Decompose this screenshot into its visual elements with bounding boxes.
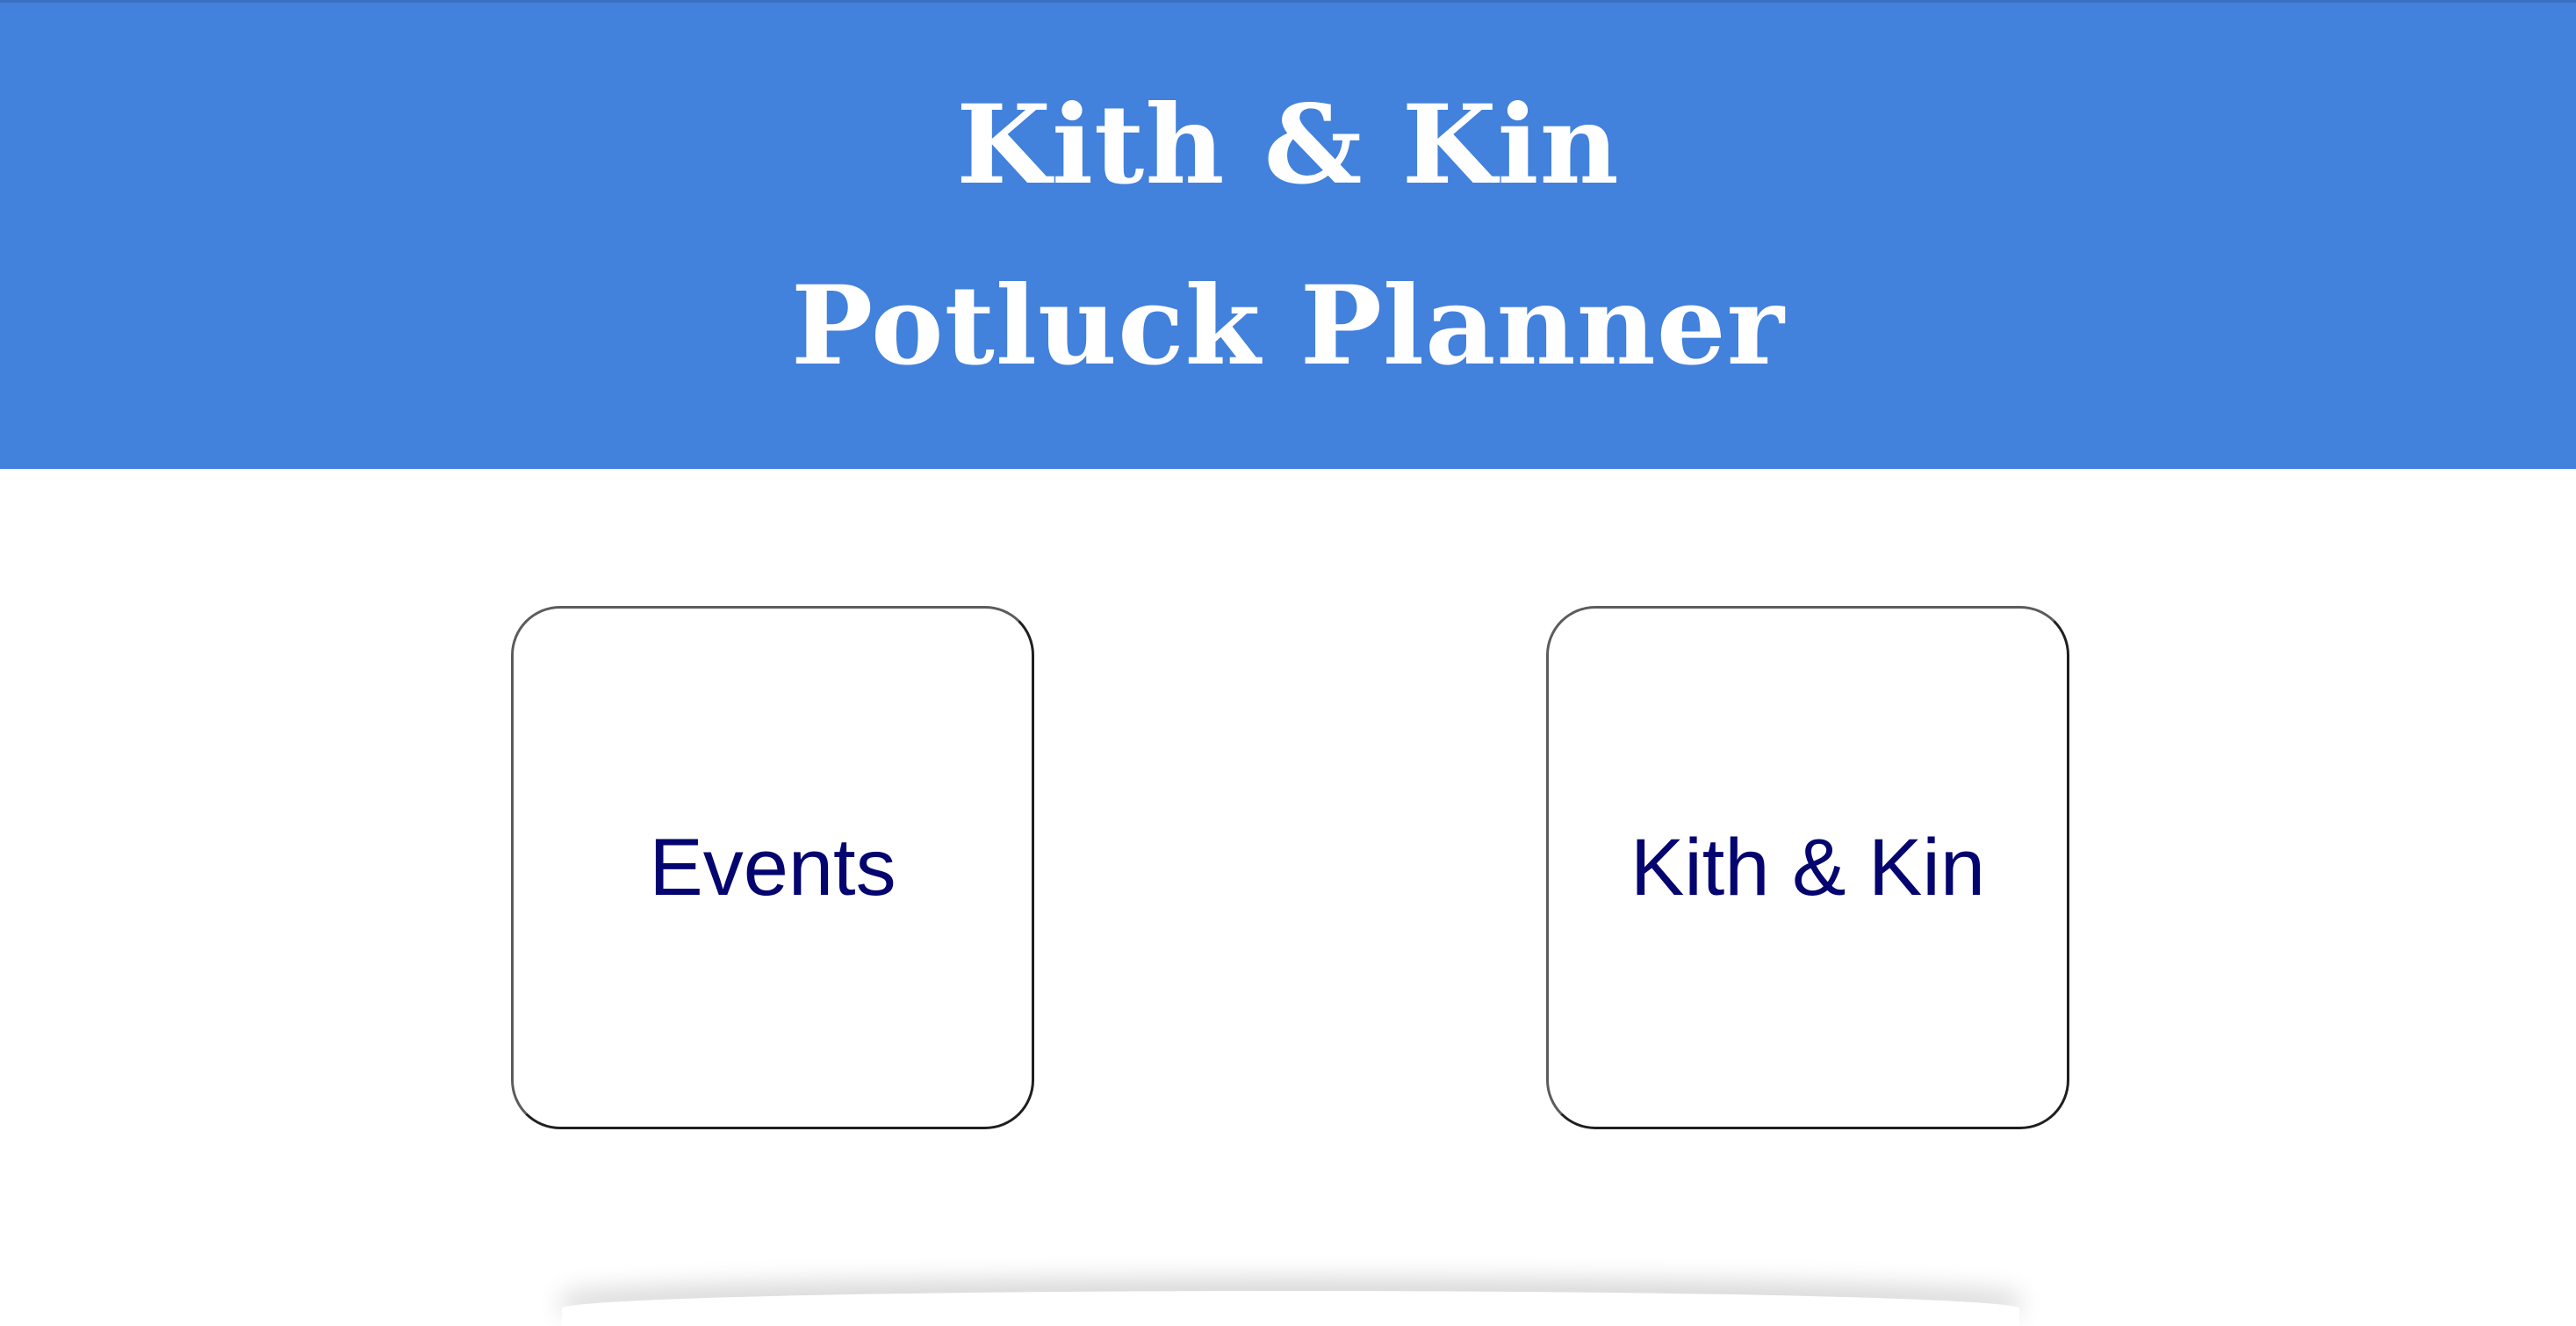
app-header: Kith & Kin Potluck Planner [0, 0, 2576, 469]
kith-and-kin-tile-label: Kith & Kin [1630, 822, 1985, 912]
app-title-line-2: Potluck Planner [791, 262, 1785, 390]
bottom-panel-edge [562, 1291, 2019, 1326]
events-tile-button[interactable]: Events [511, 606, 1034, 1129]
app-page: Kith & Kin Potluck Planner Events Kith &… [0, 0, 2576, 1326]
app-title-line-1: Kith & Kin [956, 81, 1620, 209]
kith-and-kin-tile-button[interactable]: Kith & Kin [1546, 606, 2069, 1129]
events-tile-label: Events [649, 822, 896, 912]
